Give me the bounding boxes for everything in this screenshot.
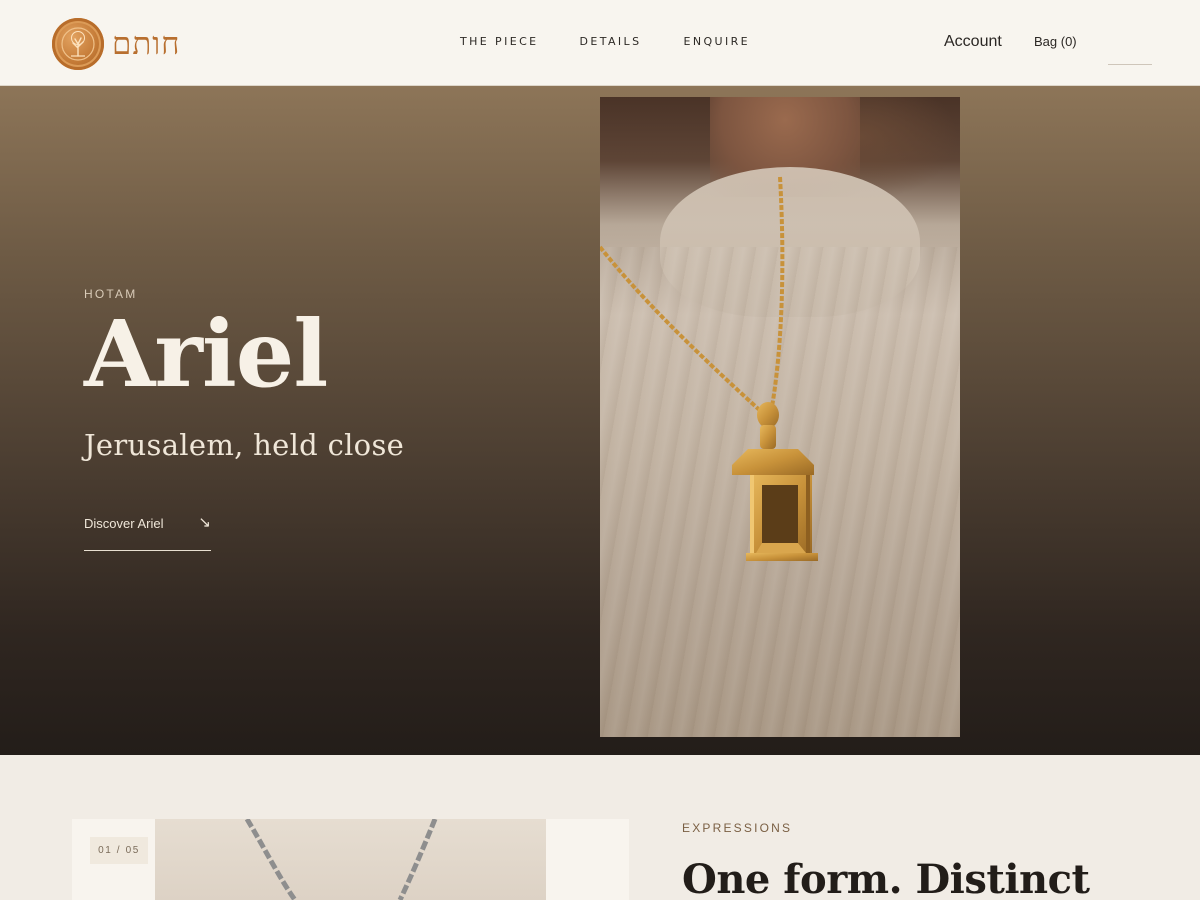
silver-chain-photo <box>155 819 546 900</box>
discover-button[interactable]: Discover Ariel ↘ <box>84 514 211 551</box>
expressions-eyebrow: EXPRESSIONS <box>682 821 793 835</box>
nav-item-details[interactable]: DETAILS <box>580 35 642 48</box>
brand-name: חותם <box>112 25 181 62</box>
expressions-title: One form. Distinct <box>682 856 1090 900</box>
bag-link[interactable]: Bag (0) <box>1034 34 1077 49</box>
search-underline[interactable] <box>1108 64 1152 65</box>
hero-subtitle: Jerusalem, held close <box>84 428 405 462</box>
expression-carousel[interactable]: 01 / 05 <box>72 819 629 900</box>
tree-seal-icon <box>52 18 104 70</box>
site-header: חותם THE PIECE DETAILS ENQUIRE Account B… <box>0 0 1200 86</box>
main-nav: THE PIECE DETAILS ENQUIRE <box>460 35 750 48</box>
discover-button-label: Discover Ariel <box>84 516 164 531</box>
arrow-down-right-icon: ↘ <box>198 514 211 531</box>
nav-item-the-piece[interactable]: THE PIECE <box>460 35 539 48</box>
nav-item-enquire[interactable]: ENQUIRE <box>683 35 750 48</box>
hero-section: HOTAM Ariel Jerusalem, held close Discov… <box>0 86 1200 755</box>
hero-eyebrow: HOTAM <box>84 287 138 301</box>
hero-title: Ariel <box>84 300 328 408</box>
slide-counter: 01 / 05 <box>90 837 148 864</box>
brand-logo[interactable]: חותם <box>52 18 181 70</box>
account-link[interactable]: Account <box>944 33 1002 51</box>
silver-chain-illustration <box>244 819 438 900</box>
gold-pendant-illustration <box>600 176 818 561</box>
hero-product-photo <box>600 97 960 737</box>
